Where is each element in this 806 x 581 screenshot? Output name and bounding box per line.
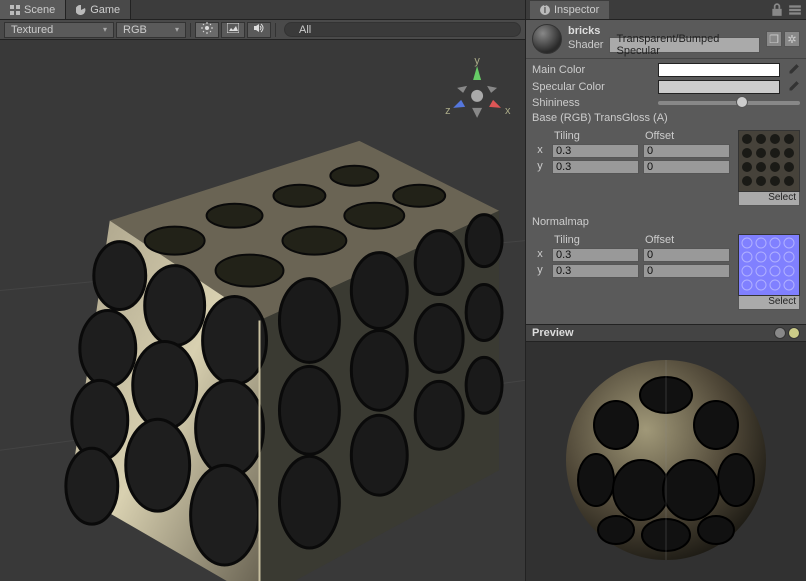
shininess-slider[interactable]	[658, 101, 800, 105]
info-icon: i	[540, 5, 550, 15]
scene-tabs: Scene Game	[0, 0, 525, 20]
main-color-label: Main Color	[532, 64, 652, 76]
axis-x-label: x	[532, 144, 548, 158]
preview-sphere-button[interactable]	[774, 327, 786, 339]
sun-icon	[201, 22, 213, 37]
preview-sphere	[556, 350, 776, 573]
normal-tex-label: Normalmap	[532, 216, 800, 228]
inspector-body: bricks Shader Transparent/Bumped Specula…	[526, 20, 806, 324]
material-preview-ball	[532, 24, 562, 54]
specular-color-label: Specular Color	[532, 81, 652, 93]
eyedropper-icon[interactable]	[786, 80, 800, 94]
offset-header: Offset	[643, 130, 730, 142]
inspector-header: i Inspector	[526, 0, 806, 20]
tiling-header: Tiling	[552, 234, 639, 246]
viewport-canvas: y x z	[0, 40, 525, 581]
scene-search[interactable]	[284, 22, 521, 37]
tab-scene-label: Scene	[24, 4, 55, 16]
fx-toggle[interactable]	[221, 22, 245, 38]
axis-gizmo[interactable]: y x z	[445, 55, 511, 118]
normal-offset-x[interactable]	[643, 248, 730, 262]
main-color-swatch[interactable]	[658, 63, 780, 77]
render-mode-value: Textured	[11, 24, 53, 36]
chevron-down-icon: ▾	[103, 25, 107, 34]
scene-toolbar: Textured ▾ RGB ▾	[0, 20, 525, 40]
base-offset-y[interactable]	[643, 160, 730, 174]
svg-text:x: x	[505, 105, 511, 117]
offset-header: Offset	[643, 234, 730, 246]
normal-offset-y[interactable]	[643, 264, 730, 278]
separator	[275, 23, 276, 37]
chevron-down-icon: ▾	[749, 41, 753, 50]
preview-light-button[interactable]	[788, 327, 800, 339]
normal-tiling-x[interactable]	[552, 248, 639, 262]
axis-y-label: y	[532, 160, 548, 174]
preview-header: Preview	[526, 324, 806, 342]
speaker-icon	[253, 23, 265, 36]
base-texture-select[interactable]: Select	[738, 192, 800, 206]
chevron-down-icon: ▾	[175, 25, 179, 34]
eyedropper-icon[interactable]	[786, 63, 800, 77]
lock-icon[interactable]	[770, 3, 784, 17]
specular-color-swatch[interactable]	[658, 80, 780, 94]
normal-tiling-y[interactable]	[552, 264, 639, 278]
tiling-header: Tiling	[552, 130, 639, 142]
separator	[190, 23, 191, 37]
shader-value: Transparent/Bumped Specular	[616, 33, 749, 57]
shader-label: Shader	[568, 39, 603, 51]
axis-x-label: x	[532, 248, 548, 262]
axis-y-label: y	[532, 264, 548, 278]
base-tiling-x[interactable]	[552, 144, 639, 158]
base-tex-label: Base (RGB) TransGloss (A)	[532, 112, 800, 124]
svg-text:y: y	[474, 55, 480, 67]
lighting-toggle[interactable]	[195, 22, 219, 38]
preview-viewport[interactable]	[526, 342, 806, 581]
tab-inspector-label: Inspector	[554, 4, 599, 16]
shader-dropdown[interactable]: Transparent/Bumped Specular ▾	[609, 37, 760, 53]
grid-icon	[10, 5, 20, 15]
landscape-icon	[227, 23, 239, 36]
tab-scene[interactable]: Scene	[0, 0, 66, 19]
channel-value: RGB	[123, 24, 147, 36]
audio-toggle[interactable]	[247, 22, 271, 38]
render-mode-dropdown[interactable]: Textured ▾	[4, 22, 114, 38]
base-texture-slot[interactable]	[738, 130, 800, 192]
popup-menu-icon[interactable]	[788, 3, 802, 17]
svg-text:i: i	[544, 5, 546, 15]
search-input[interactable]	[284, 22, 521, 37]
slider-thumb[interactable]	[736, 96, 748, 108]
tab-game-label: Game	[90, 4, 120, 16]
tab-game[interactable]: Game	[66, 0, 131, 19]
help-button[interactable]: ❐	[766, 31, 782, 47]
normal-texture-select[interactable]: Select	[738, 296, 800, 310]
settings-button[interactable]: ✲	[784, 31, 800, 47]
channel-dropdown[interactable]: RGB ▾	[116, 22, 186, 38]
preview-title: Preview	[532, 327, 574, 339]
book-icon: ❐	[769, 33, 779, 46]
base-offset-x[interactable]	[643, 144, 730, 158]
svg-text:z: z	[445, 105, 450, 117]
scene-viewport[interactable]: y x z	[0, 40, 525, 581]
pacman-icon	[76, 5, 86, 15]
gear-icon: ✲	[787, 33, 796, 46]
tab-inspector[interactable]: i Inspector	[530, 1, 609, 19]
normal-texture-slot[interactable]	[738, 234, 800, 296]
shininess-label: Shininess	[532, 97, 652, 109]
base-tiling-y[interactable]	[552, 160, 639, 174]
